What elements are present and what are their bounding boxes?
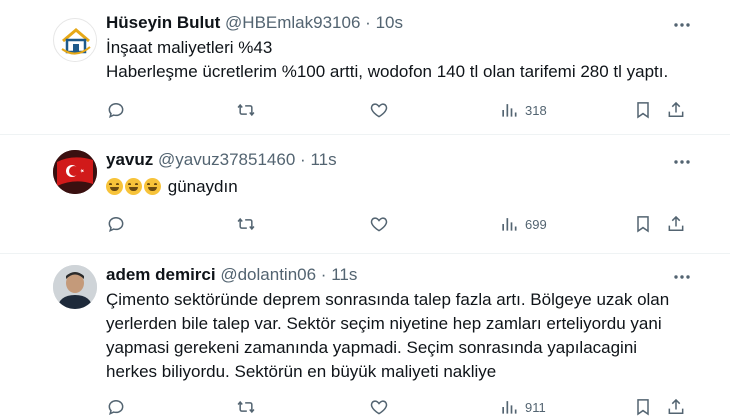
reply-icon <box>108 399 124 416</box>
retweet-button[interactable] <box>236 397 256 417</box>
views-button[interactable]: 911 <box>499 397 546 417</box>
share-icon <box>668 398 684 414</box>
tweet-text-line: yapmasi gerekeni zamanında yapmadi. Seçi… <box>106 338 638 357</box>
share-button[interactable] <box>666 100 686 120</box>
bar-chart-icon <box>502 218 517 231</box>
author-handle[interactable]: @HBEmlak93106 <box>225 13 360 32</box>
separator-dot: · <box>365 13 371 32</box>
tweet-header: Hüseyin Bulut @HBEmlak93106 · 10s <box>106 13 403 33</box>
avatar[interactable] <box>53 150 97 194</box>
like-button[interactable] <box>369 100 389 120</box>
heart-icon <box>370 103 388 118</box>
grinning-face-icon <box>106 178 123 195</box>
bar-chart-icon <box>502 104 517 117</box>
bookmark-button[interactable] <box>633 397 653 417</box>
author-name[interactable]: yavuz <box>106 150 153 169</box>
avatar[interactable] <box>53 18 97 62</box>
tweet-text: İnşaat maliyetleri %43 Haberleşme ücretl… <box>106 36 668 84</box>
more-horizontal-icon <box>674 275 690 279</box>
reply-button[interactable] <box>106 214 126 234</box>
share-icon <box>668 101 684 117</box>
tweet-text: Çimento sektöründe deprem sonrasında tal… <box>106 288 669 384</box>
bookmark-icon <box>637 216 649 233</box>
tweet-header: yavuz @yavuz37851460 · 11s <box>106 150 337 170</box>
bookmark-icon <box>637 102 649 119</box>
tweet-text-line: herkes biliyordu. Sektörün en büyük mali… <box>106 362 497 381</box>
author-name[interactable]: Hüseyin Bulut <box>106 13 220 32</box>
tweet-actions: 318 <box>106 100 686 122</box>
tweet-header: adem demirci @dolantin06 · 11s <box>106 265 357 285</box>
views-count: 699 <box>525 216 547 232</box>
more-options-button[interactable] <box>672 15 692 35</box>
separator-dot: · <box>320 265 327 284</box>
more-options-button[interactable] <box>672 267 692 287</box>
tweet-text-line: Çimento sektöründe deprem sonrasında tal… <box>106 290 670 309</box>
tweet-text-line: günaydın <box>167 177 238 196</box>
flag-avatar-icon <box>53 150 97 194</box>
reply-button[interactable] <box>106 100 126 120</box>
timeline-feed: Hüseyin Bulut @HBEmlak93106 · 10s İnşaat… <box>0 0 730 420</box>
tweet-actions: 699 <box>106 214 686 236</box>
share-button[interactable] <box>666 214 686 234</box>
more-options-button[interactable] <box>672 152 692 172</box>
retweet-button[interactable] <box>236 100 256 120</box>
views-count: 318 <box>525 102 547 118</box>
bookmark-button[interactable] <box>633 214 653 234</box>
bar-chart-icon <box>502 401 517 414</box>
person-photo-icon <box>53 265 97 309</box>
tweet[interactable]: Hüseyin Bulut @HBEmlak93106 · 10s İnşaat… <box>0 0 730 135</box>
retweet-icon <box>237 217 255 231</box>
share-icon <box>668 215 684 231</box>
like-button[interactable] <box>369 214 389 234</box>
heart-icon <box>370 400 388 415</box>
retweet-icon <box>237 400 255 414</box>
author-handle[interactable]: @yavuz37851460 <box>158 150 295 169</box>
bookmark-icon <box>637 399 649 416</box>
grinning-face-icon <box>144 178 161 195</box>
grinning-face-icon <box>125 178 142 195</box>
more-horizontal-icon <box>674 23 690 27</box>
tweet-text: günaydın <box>106 175 238 199</box>
separator-dot: · <box>300 150 306 169</box>
tweet-text-line: İnşaat maliyetleri %43 <box>106 38 273 57</box>
reply-icon <box>108 102 124 119</box>
avatar[interactable] <box>53 265 97 309</box>
author-handle[interactable]: @dolantin06 <box>220 265 316 284</box>
views-button[interactable]: 318 <box>499 100 547 120</box>
tweet-timestamp[interactable]: 11s <box>310 150 336 169</box>
reply-icon <box>108 216 124 233</box>
tweet-text-line: Haberleşme ücretlerim %100 artti, wodofo… <box>106 62 669 81</box>
retweet-icon <box>237 103 255 117</box>
reply-button[interactable] <box>106 397 126 417</box>
like-button[interactable] <box>369 397 389 417</box>
views-count: 911 <box>525 399 546 415</box>
more-horizontal-icon <box>674 160 690 164</box>
retweet-button[interactable] <box>236 214 256 234</box>
views-button[interactable]: 699 <box>499 214 547 234</box>
tweet[interactable]: yavuz @yavuz37851460 · 11s günaydın 699 <box>0 135 730 254</box>
tweet-actions: 911 <box>106 397 686 419</box>
tweet-timestamp[interactable]: 10s <box>376 13 403 32</box>
bookmark-button[interactable] <box>633 100 653 120</box>
heart-icon <box>370 217 388 232</box>
tweet[interactable]: adem demirci @dolantin06 · 11s Çimento s… <box>0 254 730 420</box>
share-button[interactable] <box>666 397 686 417</box>
author-name[interactable]: adem demirci <box>106 265 216 284</box>
tweet-timestamp[interactable]: 11s <box>331 265 357 284</box>
tweet-text-line: yerlerden bile talep var. Sektör seçim n… <box>106 314 662 333</box>
house-logo-icon <box>55 20 96 61</box>
